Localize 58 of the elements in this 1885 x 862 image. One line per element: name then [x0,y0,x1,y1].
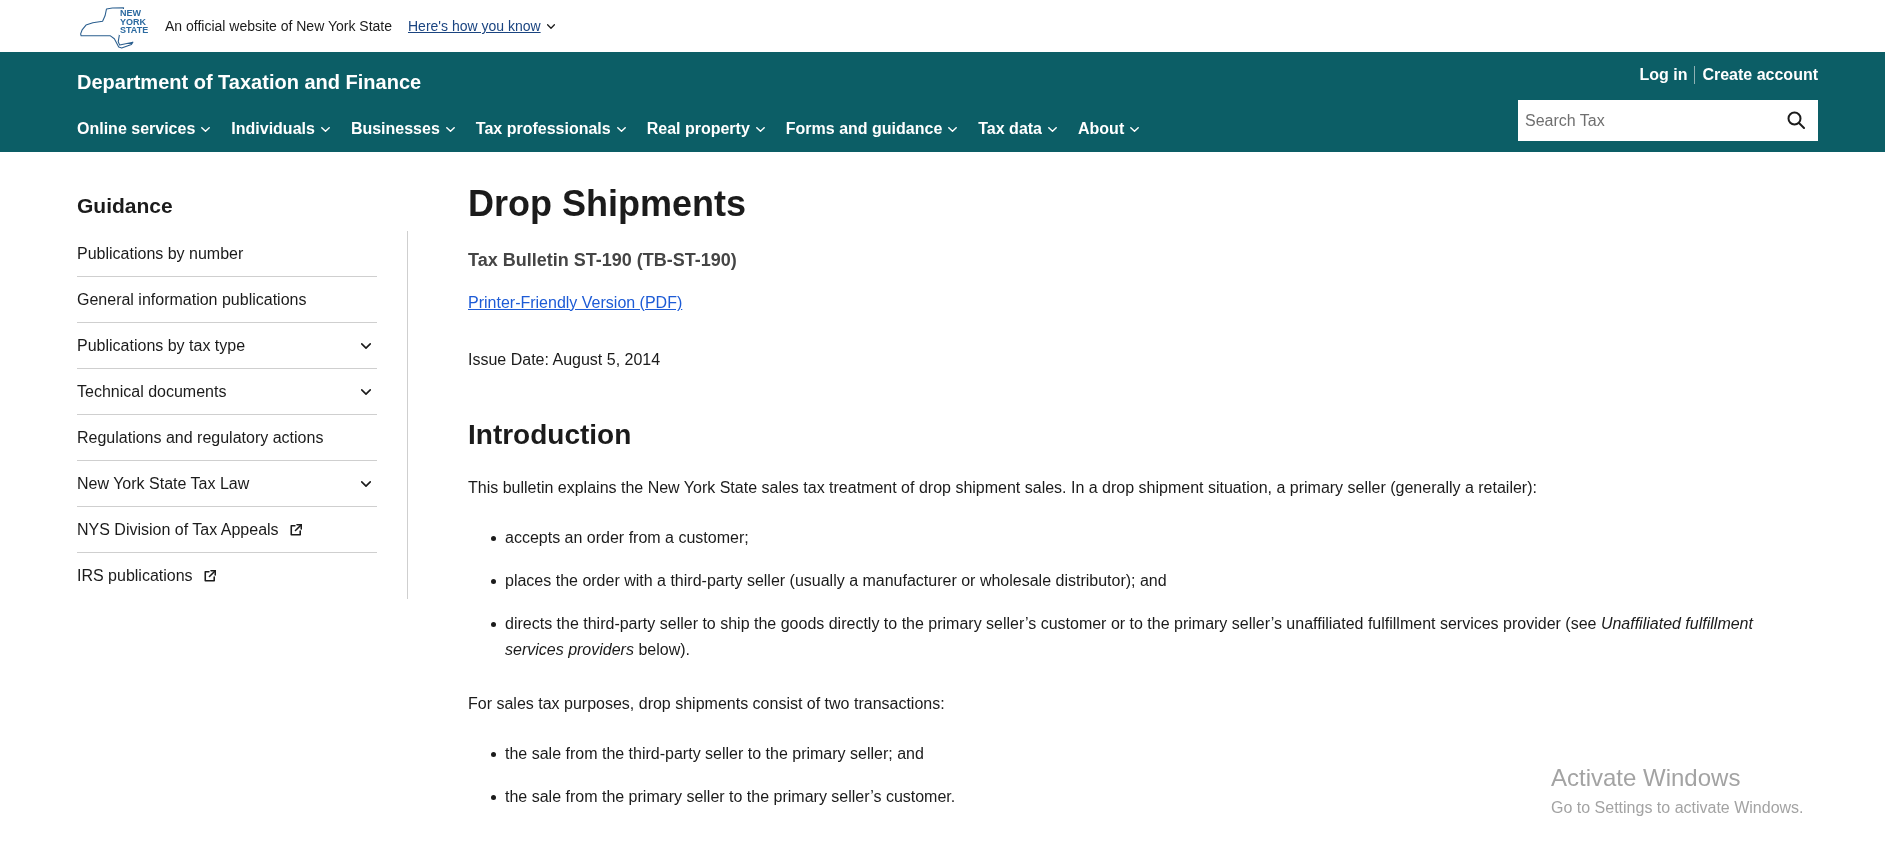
chevron-down-icon [546,23,555,29]
body-paragraph: For sales tax purposes, drop shipments consist of two transactions: [468,694,946,714]
how-you-know-link[interactable]: Here's how you know [408,16,555,36]
nav-menu-item[interactable]: Individuals [231,117,330,141]
chevron-down-icon [320,126,330,132]
activation-notice-title: Activate Windows [1551,763,1742,793]
chevron-down-icon [445,126,455,132]
chevron-down-icon [1048,126,1057,132]
bullet-icon [491,536,496,541]
official-site-text: An official website of New York State [165,17,392,36]
nav-menu-item[interactable]: Online services [77,117,211,141]
bulletin-subtitle: Tax Bulletin ST-190 (TB-ST-190) [468,249,738,272]
nav-menu-item[interactable]: Forms and guidance [785,117,958,141]
sidebar-link[interactable]: Publications by tax type [77,323,377,369]
section-heading: Introduction [468,418,633,452]
sidebar-link[interactable]: NYS Division of Tax Appeals [77,507,377,553]
nav-menu-item[interactable]: Real property [646,117,765,141]
page-title: Drop Shipments [468,182,747,226]
list-item-text: the sale from the third-party seller to the primary seller; and [505,744,924,764]
chevron-down-icon [361,388,371,395]
sidebar-link[interactable]: Publications by number [77,231,377,277]
bullet-icon [491,752,496,757]
account-link[interactable]: Create account [1702,63,1818,87]
list-item-text: accepts an order from a customer; [505,528,749,548]
chevron-down-icon [201,126,211,132]
nav-menu-item[interactable]: Businesses [350,117,455,141]
list-item-text: the sale from the primary seller to the primary seller’s customer. [505,787,956,807]
nav-menu-item[interactable]: Tax data [978,117,1057,141]
sidebar-link[interactable]: Technical documents [77,369,377,415]
sidebar-link[interactable]: General information publications [77,277,377,323]
site-title-link[interactable]: Department of Taxation and Finance [77,69,422,95]
chevron-down-icon [948,126,958,132]
account-link[interactable]: Log in [1639,63,1688,87]
search-field[interactable]: Search Tax [1518,100,1818,141]
external-link-icon [203,570,216,582]
sidebar-link[interactable]: IRS publications [77,553,377,599]
search-icon[interactable] [1787,111,1805,129]
sidebar-heading: Guidance [77,193,174,219]
logo-wordmark: NEW YORK STATE [119,9,150,35]
list-item-text: directs the third-party seller to ship the goods directly to the primary seller’s customer or to the primary seller’s unaffiliated fulfillment services provider (see Unaffiliated fulfillment services providers below). [505,614,1755,660]
issue-date: Issue Date: August 5, 2014 [468,350,662,370]
pdf-link[interactable]: Printer-Friendly Version (PDF) [468,294,683,311]
chevron-down-icon [755,126,765,132]
chevron-down-icon [1130,126,1140,132]
nav-menu-item[interactable]: Tax professionals [475,117,626,141]
sidebar-link[interactable]: Regulations and regulatory actions [77,415,377,461]
bullet-icon [491,795,496,800]
sidebar-link[interactable]: New York State Tax Law [77,461,377,507]
bullet-icon [491,622,496,627]
external-link-icon [289,523,302,536]
nav-menu-item[interactable]: About [1078,117,1140,141]
chevron-down-icon [361,480,371,487]
chevron-down-icon [616,126,626,132]
chevron-down-icon [361,342,371,349]
bullet-icon [491,579,496,584]
list-item-text: places the order with a third-party seller (usually a manufacturer or wholesale distributor); and [505,571,1167,591]
body-paragraph: This bulletin explains the New York State sales tax treatment of drop shipment sales. In a drop shipment situation, a primary seller (generally a retailer): [468,478,1538,498]
activation-notice-text: Go to Settings to activate Windows. [1551,798,1804,818]
